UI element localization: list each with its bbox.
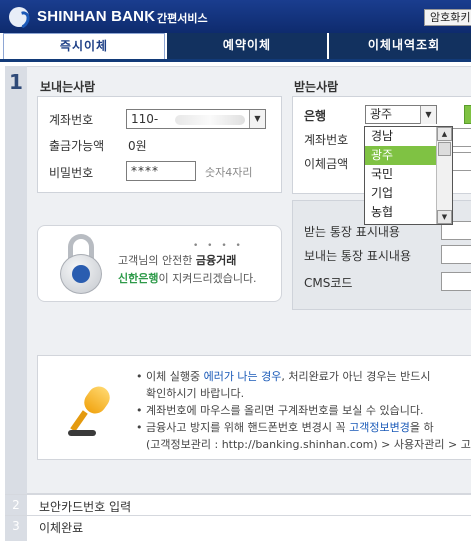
dropdown-option[interactable]: 경남 — [365, 127, 437, 146]
microphone-icon — [68, 382, 115, 436]
notice-line-5: (고객정보관리 : http://banking.shinhan.com) > … — [146, 438, 471, 451]
security-line-1: 고객님의 안전한 금융거래 — [118, 254, 237, 267]
dropdown-option[interactable]: 기업 — [365, 184, 437, 203]
password-input[interactable]: **** — [126, 161, 196, 181]
dropdown-scrollbar[interactable]: ▲ ▼ — [436, 127, 452, 224]
password-label: 비밀번호 — [49, 166, 94, 180]
tab-instant-transfer[interactable]: 즉시이체 — [3, 33, 165, 59]
bank-confirm-button[interactable] — [464, 105, 471, 124]
notice-line-1: • 이체 실행중 에러가 나는 경우, 처리완료가 아닌 경우는 반드시 — [136, 370, 431, 383]
scroll-up-icon[interactable]: ▲ — [437, 127, 452, 141]
password-hint: 숫자4자리 — [205, 166, 253, 179]
bank-dropdown-list[interactable]: 경남 광주 국민 기업 농협 ▲ ▼ — [364, 126, 453, 225]
notice-line-3: • 계좌번호에 마우스를 올리면 구계좌번호를 보실 수 있습니다. — [136, 404, 424, 417]
notice-line-4: • 금융사고 방지를 위해 핸드폰번호 변경시 꼭 고객정보변경을 하 — [136, 421, 434, 434]
send-memo-input[interactable] — [441, 245, 471, 264]
send-memo-label: 보내는 통장 표시내용 — [304, 249, 411, 263]
step1-number: 1 — [9, 70, 23, 94]
chevron-down-icon[interactable]: ▼ — [249, 110, 265, 128]
dropdown-option[interactable]: 국민 — [365, 165, 437, 184]
step3-row: 3 이체완료 — [5, 515, 471, 536]
step3-number: 3 — [5, 516, 27, 536]
tab-transfer-history[interactable]: 이체내역조회 — [329, 33, 471, 59]
sender-account-value: 110- — [131, 112, 159, 126]
sender-title: 보내는사람 — [40, 80, 96, 94]
app-header: SHINHAN BANK 간편서비스 암호화키 — [0, 0, 471, 33]
sender-account-select[interactable]: 110- ▼ — [126, 109, 266, 129]
service-name: 간편서비스 — [157, 12, 208, 25]
tab-scheduled-transfer[interactable]: 예약이체 — [167, 33, 327, 59]
receiver-title: 받는사람 — [294, 80, 339, 94]
cms-label: CMS코드 — [304, 276, 353, 290]
security-line-2: 신한은행이 지켜드리겠습니다. — [118, 272, 257, 285]
balance-label: 출금가능액 — [49, 139, 105, 153]
security-banner: • • • • 고객님의 안전한 금융거래 신한은행이 지켜드리겠습니다. — [37, 225, 282, 302]
notice-line-2: 확인하시기 바랍니다. — [146, 387, 245, 400]
brand-name: SHINHAN BANK — [37, 8, 156, 25]
step2-row: 2 보안카드번호 입력 — [5, 494, 471, 515]
step3-label: 이체완료 — [39, 521, 84, 535]
header-divider — [147, 11, 148, 23]
chevron-down-icon[interactable]: ▼ — [420, 106, 436, 124]
dropdown-option[interactable]: 농협 — [365, 203, 437, 222]
step2-number: 2 — [5, 495, 27, 515]
scroll-thumb[interactable] — [438, 142, 451, 156]
bank-label: 은행 — [304, 109, 327, 123]
cms-input[interactable] — [441, 272, 471, 291]
tab-bar: 즉시이체 예약이체 이체내역조회 — [0, 33, 471, 59]
shinhan-logo-icon — [9, 7, 29, 27]
dropdown-option-selected[interactable]: 광주 — [365, 146, 437, 165]
tab-underline — [0, 59, 471, 62]
balance-value: 0원 — [128, 139, 147, 153]
bank-select[interactable]: 광주 ▼ — [365, 105, 437, 124]
scroll-down-icon[interactable]: ▼ — [437, 210, 452, 224]
amount-label: 이체금액 — [304, 157, 349, 171]
padlock-icon — [60, 234, 102, 294]
step2-label: 보안카드번호 입력 — [39, 500, 132, 514]
bank-select-value: 광주 — [370, 107, 393, 121]
masked-account-digits — [175, 115, 245, 125]
sender-account-label: 계좌번호 — [49, 113, 94, 127]
recv-memo-label: 받는 통장 표시내용 — [304, 225, 400, 239]
receiver-account-label: 계좌번호 — [304, 133, 349, 147]
decorative-dots: • • • • — [193, 241, 244, 251]
step-rail — [5, 66, 27, 541]
sender-box: 계좌번호 110- ▼ 출금가능액 0원 비밀번호 **** 숫자4자리 — [37, 96, 282, 193]
encryption-key-button[interactable]: 암호화키 — [424, 9, 471, 26]
